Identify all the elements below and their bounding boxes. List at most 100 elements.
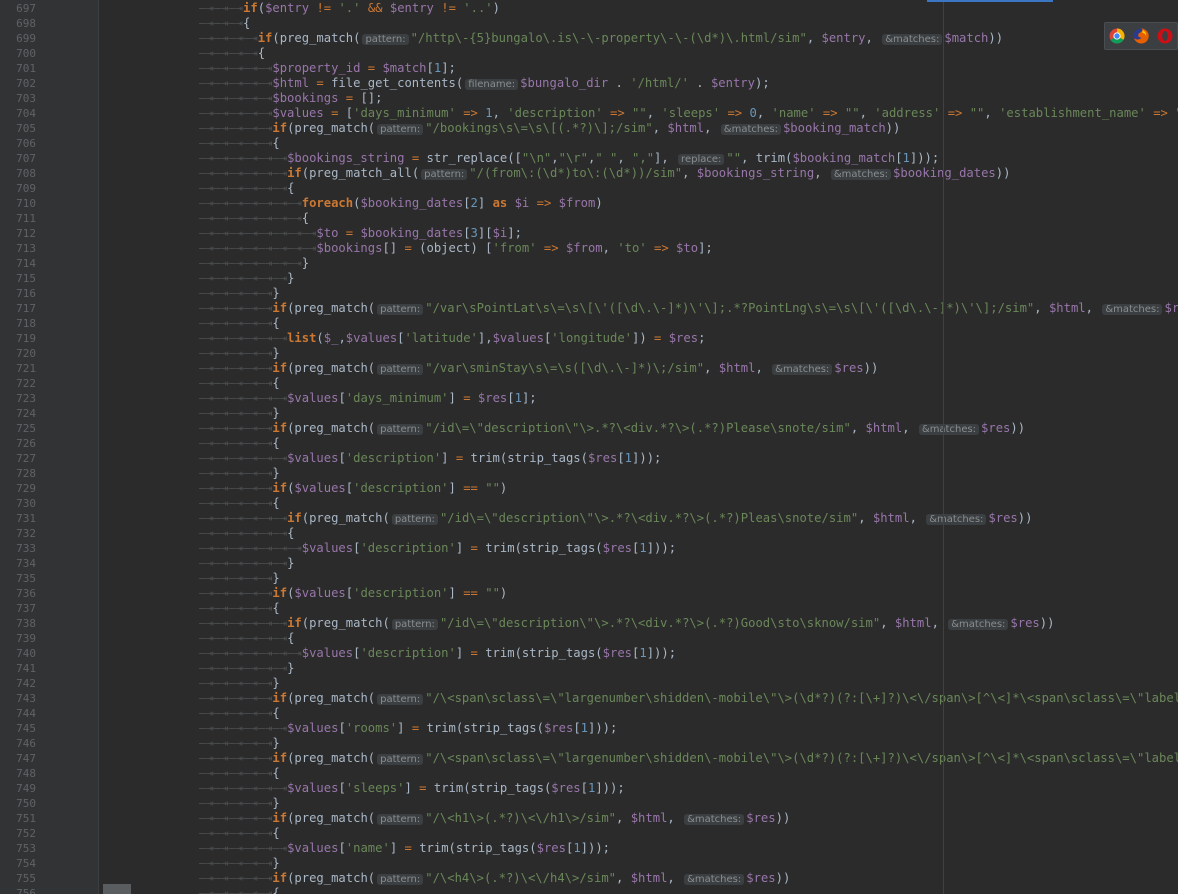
code-line[interactable]: —⇥—⇥—⇥—⇥—⇥—⇥—⇥$values['description'] = t… [199, 541, 676, 556]
code-line[interactable]: —⇥—⇥—⇥—⇥—⇥{ [199, 376, 280, 391]
opera-icon[interactable] [1157, 28, 1173, 44]
code-line[interactable]: —⇥—⇥—⇥—⇥—⇥$property_id = $match[1]; [199, 61, 456, 76]
line-number[interactable]: 714 [0, 256, 36, 271]
line-number[interactable]: 744 [0, 706, 36, 721]
code-line[interactable]: —⇥—⇥—⇥—⇥if(preg_match(pattern: "/http\-{5… [199, 31, 1003, 46]
line-number[interactable]: 707 [0, 151, 36, 166]
code-line[interactable]: —⇥—⇥—⇥—⇥—⇥if(preg_match(pattern: "/bookin… [199, 121, 900, 136]
line-number[interactable]: 738 [0, 616, 36, 631]
line-number[interactable]: 751 [0, 811, 36, 826]
code-line[interactable]: —⇥—⇥—⇥—⇥—⇥—⇥} [199, 661, 294, 676]
line-number[interactable]: 709 [0, 181, 36, 196]
code-line[interactable]: —⇥—⇥—⇥—⇥—⇥{ [199, 766, 280, 781]
line-number[interactable]: 755 [0, 871, 36, 886]
code-line[interactable]: —⇥—⇥—⇥—⇥—⇥} [199, 736, 280, 751]
horizontal-scrollbar-thumb[interactable] [103, 884, 131, 894]
line-number[interactable]: 730 [0, 496, 36, 511]
code-line[interactable]: —⇥—⇥—⇥—⇥—⇥{ [199, 316, 280, 331]
code-line[interactable]: —⇥—⇥—⇥—⇥—⇥—⇥{ [199, 631, 294, 646]
line-number-gutter[interactable]: 697 698 699 700 701 702 703 704 705 706 707 708 709 7… [0, 0, 99, 894]
code-line[interactable]: —⇥—⇥—⇥—⇥—⇥if($values['description'] == "… [199, 481, 507, 496]
code-area[interactable]: —⇥—⇥—⇥if($entry != '.' && $entry != '..'… [99, 0, 1178, 894]
line-number[interactable]: 729 [0, 481, 36, 496]
code-line[interactable]: —⇥—⇥—⇥—⇥—⇥$bookings = []; [199, 91, 382, 106]
code-line[interactable]: —⇥—⇥—⇥—⇥—⇥{ [199, 601, 280, 616]
line-number[interactable]: 704 [0, 106, 36, 121]
line-number[interactable]: 741 [0, 661, 36, 676]
code-line[interactable]: —⇥—⇥—⇥{ [199, 16, 250, 31]
code-line[interactable]: —⇥—⇥—⇥—⇥—⇥—⇥—⇥—⇥$to = $booking_dates[3][… [199, 226, 522, 241]
code-line[interactable]: —⇥—⇥—⇥—⇥—⇥—⇥} [199, 556, 294, 571]
code-line[interactable]: —⇥—⇥—⇥—⇥—⇥} [199, 466, 280, 481]
line-number[interactable]: 701 [0, 61, 36, 76]
code-line[interactable]: —⇥—⇥—⇥—⇥—⇥} [199, 406, 280, 421]
line-number[interactable]: 752 [0, 826, 36, 841]
code-line[interactable]: —⇥—⇥—⇥—⇥{ [199, 46, 265, 61]
code-line[interactable]: —⇥—⇥—⇥—⇥—⇥{ [199, 496, 280, 511]
line-number[interactable]: 698 [0, 16, 36, 31]
line-number[interactable]: 715 [0, 271, 36, 286]
line-number[interactable]: 710 [0, 196, 36, 211]
code-line[interactable]: —⇥—⇥—⇥—⇥—⇥—⇥—⇥foreach($booking_dates[2] … [199, 196, 603, 211]
code-line[interactable]: —⇥—⇥—⇥—⇥—⇥{ [199, 706, 280, 721]
line-number[interactable]: 719 [0, 331, 36, 346]
code-line[interactable]: —⇥—⇥—⇥—⇥—⇥—⇥$values['description'] = tri… [199, 451, 661, 466]
line-number[interactable]: 723 [0, 391, 36, 406]
line-number[interactable]: 747 [0, 751, 36, 766]
line-number[interactable]: 725 [0, 421, 36, 436]
code-line[interactable]: —⇥—⇥—⇥—⇥—⇥if(preg_match(pattern: "/\<h4\>… [199, 871, 790, 886]
line-number[interactable]: 727 [0, 451, 36, 466]
code-line[interactable]: —⇥—⇥—⇥—⇥—⇥} [199, 286, 280, 301]
code-line[interactable]: —⇥—⇥—⇥—⇥—⇥if(preg_match(pattern: "/var\sP… [199, 301, 1178, 316]
line-number[interactable]: 756 [0, 886, 36, 894]
code-line[interactable]: —⇥—⇥—⇥—⇥—⇥$html = file_get_contents(file… [199, 76, 770, 91]
line-number[interactable]: 697 [0, 1, 36, 16]
line-number[interactable]: 731 [0, 511, 36, 526]
line-number[interactable]: 754 [0, 856, 36, 871]
code-line[interactable]: —⇥—⇥—⇥—⇥—⇥—⇥—⇥—⇥$bookings[] = (object) [… [199, 241, 713, 256]
line-number[interactable]: 705 [0, 121, 36, 136]
line-number[interactable]: 739 [0, 631, 36, 646]
code-line[interactable]: —⇥—⇥—⇥—⇥—⇥if(preg_match(pattern: "/\<h1\>… [199, 811, 790, 826]
chrome-icon[interactable] [1109, 28, 1125, 44]
code-line[interactable]: —⇥—⇥—⇥—⇥—⇥if($values['description'] == "… [199, 586, 507, 601]
code-line[interactable]: —⇥—⇥—⇥—⇥—⇥if(preg_match(pattern: "/\<span… [199, 691, 1178, 706]
line-number[interactable]: 699 [0, 31, 36, 46]
line-number[interactable]: 740 [0, 646, 36, 661]
code-line[interactable]: —⇥—⇥—⇥—⇥—⇥} [199, 796, 280, 811]
line-number[interactable]: 706 [0, 136, 36, 151]
code-line[interactable]: —⇥—⇥—⇥—⇥—⇥—⇥$values['name'] = trim(strip… [199, 841, 610, 856]
code-line[interactable]: —⇥—⇥—⇥—⇥—⇥—⇥} [199, 271, 294, 286]
line-number[interactable]: 737 [0, 601, 36, 616]
code-line[interactable]: —⇥—⇥—⇥—⇥—⇥} [199, 571, 280, 586]
code-line[interactable]: —⇥—⇥—⇥if($entry != '.' && $entry != '..'… [199, 1, 500, 16]
code-line[interactable]: —⇥—⇥—⇥—⇥—⇥} [199, 346, 280, 361]
code-line[interactable]: —⇥—⇥—⇥—⇥—⇥{ [199, 436, 280, 451]
line-number[interactable]: 718 [0, 316, 36, 331]
line-number[interactable]: 746 [0, 736, 36, 751]
code-line[interactable]: —⇥—⇥—⇥—⇥—⇥—⇥—⇥{ [199, 211, 309, 226]
line-number[interactable]: 712 [0, 226, 36, 241]
code-line[interactable]: —⇥—⇥—⇥—⇥—⇥} [199, 676, 280, 691]
line-number[interactable]: 728 [0, 466, 36, 481]
code-line[interactable]: —⇥—⇥—⇥—⇥—⇥{ [199, 136, 280, 151]
line-number[interactable]: 743 [0, 691, 36, 706]
line-number[interactable]: 703 [0, 91, 36, 106]
code-line[interactable]: —⇥—⇥—⇥—⇥—⇥{ [199, 886, 280, 894]
code-line[interactable]: —⇥—⇥—⇥—⇥—⇥$values = ['days_minimum' => 1… [199, 106, 1178, 121]
line-number[interactable]: 735 [0, 571, 36, 586]
line-number[interactable]: 732 [0, 526, 36, 541]
line-number[interactable]: 736 [0, 586, 36, 601]
code-line[interactable]: —⇥—⇥—⇥—⇥—⇥if(preg_match(pattern: "/\<span… [199, 751, 1178, 766]
code-line[interactable]: —⇥—⇥—⇥—⇥—⇥—⇥{ [199, 181, 294, 196]
line-number[interactable]: 753 [0, 841, 36, 856]
code-line[interactable]: —⇥—⇥—⇥—⇥—⇥—⇥$values['rooms'] = trim(stri… [199, 721, 617, 736]
line-number[interactable]: 734 [0, 556, 36, 571]
code-line[interactable]: —⇥—⇥—⇥—⇥—⇥—⇥if(preg_match(pattern: "/id\=… [199, 511, 1032, 526]
code-line[interactable]: —⇥—⇥—⇥—⇥—⇥—⇥$values['sleeps'] = trim(str… [199, 781, 625, 796]
line-number[interactable]: 750 [0, 796, 36, 811]
line-number[interactable]: 700 [0, 46, 36, 61]
line-number[interactable]: 749 [0, 781, 36, 796]
line-number[interactable]: 716 [0, 286, 36, 301]
code-line[interactable]: —⇥—⇥—⇥—⇥—⇥—⇥—⇥$values['description'] = t… [199, 646, 676, 661]
